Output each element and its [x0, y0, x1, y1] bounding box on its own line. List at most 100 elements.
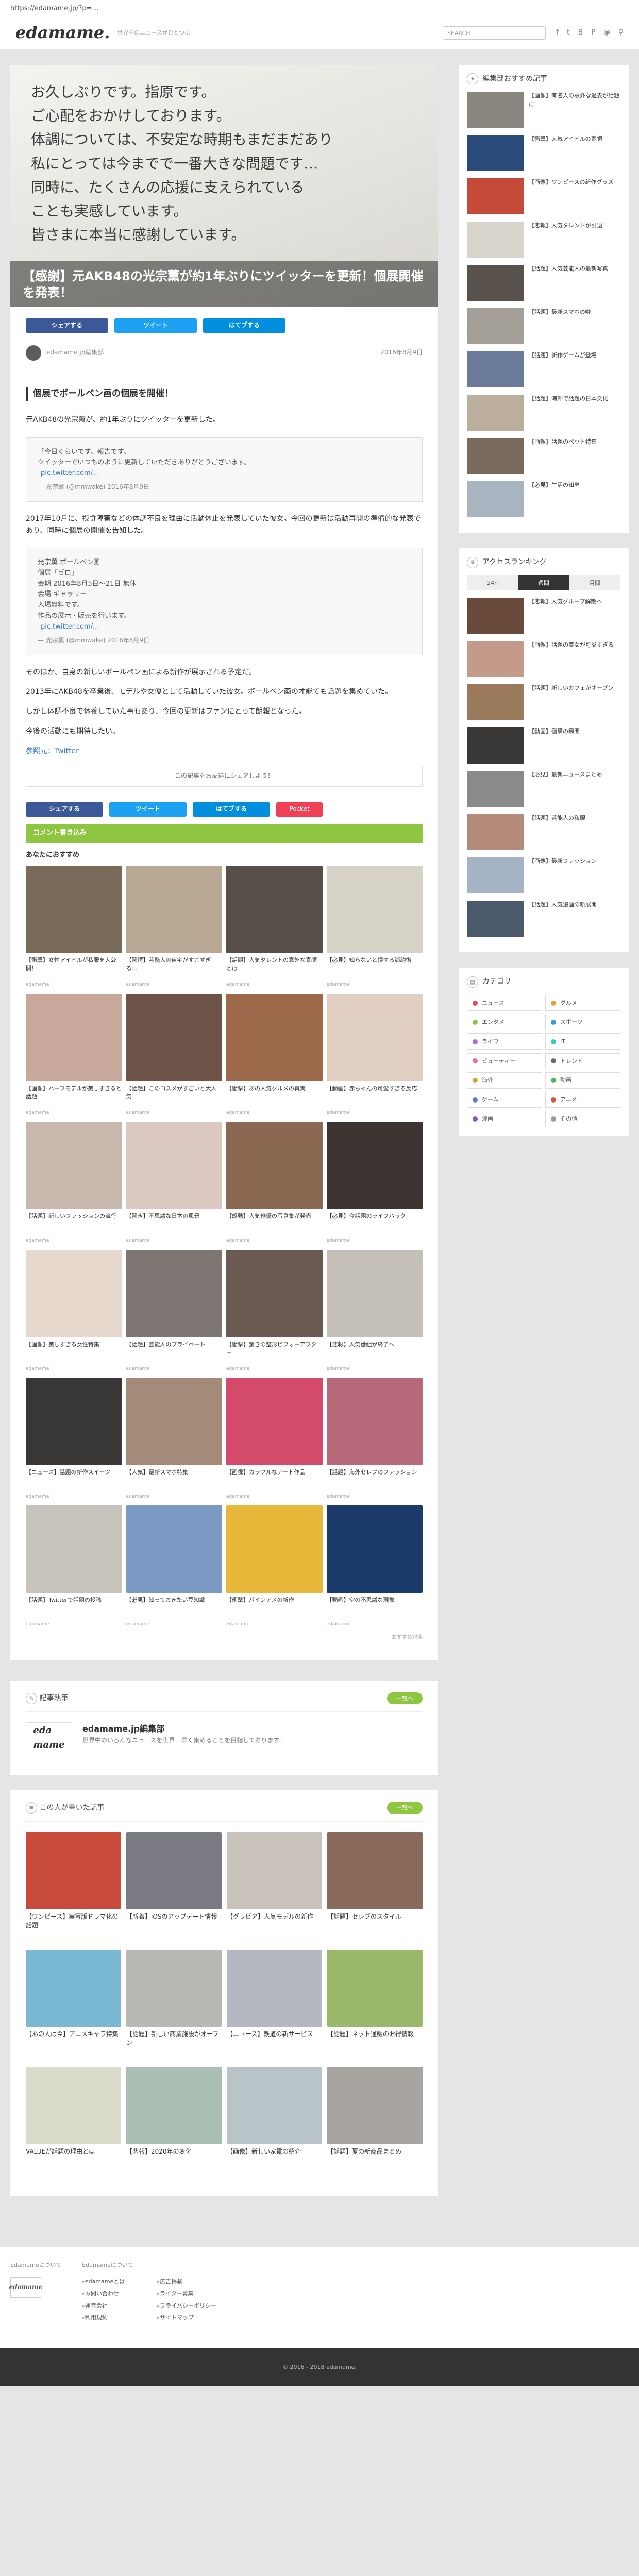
search-icon[interactable]: ⚲	[618, 27, 624, 38]
ranking-thumbnail[interactable]	[467, 684, 524, 721]
sidebar-article-title[interactable]: 【必見】生活の知恵	[529, 481, 580, 517]
author-name[interactable]: edamame.jp編集部	[46, 348, 104, 358]
pocket-button[interactable]: Pocket	[276, 802, 323, 817]
sidebar-article[interactable]: 【画像】話題のペット特集	[467, 438, 620, 474]
writer-list-button[interactable]: 一覧へ	[387, 1692, 423, 1705]
sidebar-thumbnail[interactable]	[467, 481, 524, 518]
recommend-card[interactable]: 【衝撃】驚きの整形ビフォーアフター edamame	[226, 1249, 323, 1372]
recommend-thumbnail[interactable]	[26, 1505, 122, 1594]
embedded-tweet[interactable]: 「今日ぐらいです、報告です。 ツイッターでいつものように更新していただきありがと…	[26, 437, 423, 502]
recommend-title-text[interactable]: 【話題】人気タレントの意外な素顔とは	[226, 956, 323, 981]
related-thumbnail[interactable]	[26, 1949, 121, 2027]
recommend-title-text[interactable]: 【画像】ハーフモデルが美しすぎると話題	[26, 1084, 122, 1109]
recommend-title-text[interactable]: 【衝撃】あの人気グルメの真実	[226, 1084, 323, 1109]
ranking-thumbnail[interactable]	[467, 771, 524, 807]
ranking-item[interactable]: 【話題】人気漫画の新展開	[467, 901, 620, 937]
ranking-title-text[interactable]: 【画像】最新ファッション	[529, 857, 597, 893]
recommend-thumbnail[interactable]	[126, 866, 222, 954]
site-logo[interactable]: edamame.	[15, 20, 110, 46]
footer-link[interactable]: edamameとは	[82, 2277, 141, 2286]
hatena-icon[interactable]: B	[578, 27, 583, 38]
sidebar-article[interactable]: 【画像】有名人の意外な過去が話題に	[467, 92, 620, 128]
related-card[interactable]: 【話題】セレブのスタイル	[327, 1832, 423, 1940]
category-item[interactable]: ライフ	[467, 1033, 542, 1050]
related-card[interactable]: 【話題】新しい商業施設がオープン	[126, 1949, 222, 2058]
recommend-title-text[interactable]: 【画像】カラフルなアート作品	[226, 1468, 323, 1493]
recommend-title-text[interactable]: 【悲報】人気番組が終了へ	[327, 1341, 423, 1365]
recommend-title-text[interactable]: 【話題】海外セレブのファッション	[327, 1468, 423, 1493]
ranking-title-text[interactable]: 【話題】人気漫画の新展開	[529, 901, 597, 937]
source-link[interactable]: 参照元：Twitter	[26, 745, 423, 757]
facebook-share-button[interactable]: シェアする	[26, 318, 108, 333]
related-card[interactable]: 【悲報】2020年の変化	[126, 2066, 222, 2175]
recommend-thumbnail[interactable]	[326, 1122, 423, 1210]
recommend-card[interactable]: 【衝撃】女性アイドルが私服を大公開！ edamame	[26, 866, 122, 988]
recommend-title-text[interactable]: 【動画】赤ちゃんの可愛すぎる反応	[327, 1084, 423, 1109]
sidebar-article-title[interactable]: 【悲報】人気タレントが引退	[529, 222, 602, 258]
ranking-thumbnail[interactable]	[467, 901, 524, 937]
recommend-card[interactable]: 【必見】知っておきたい豆知識 edamame	[126, 1505, 223, 1628]
embedded-tweet[interactable]: 光宗薫 ボールペン画 個展「ゼロ」 会期 2016年8月5日〜21日 無休 会場…	[26, 547, 423, 655]
recommend-card[interactable]: 【必見】今話題のライフハック edamame	[326, 1122, 423, 1244]
recommend-thumbnail[interactable]	[226, 1378, 323, 1465]
recommend-card[interactable]: 【画像】ハーフモデルが美しすぎると話題 edamame	[26, 993, 122, 1116]
recommend-thumbnail[interactable]	[126, 993, 222, 1081]
recommend-card[interactable]: 【話題】新しいファッションの流行 edamame	[26, 1122, 122, 1244]
related-thumbnail[interactable]	[327, 2066, 423, 2144]
facebook-icon[interactable]: f	[556, 27, 559, 38]
recommend-card[interactable]: 【話題】Twitterで話題の投稿 edamame	[26, 1505, 122, 1628]
recommend-title-text[interactable]: 【話題】新しいファッションの流行	[26, 1212, 122, 1237]
recommend-title-text[interactable]: 【話題】Twitterで話題の投稿	[26, 1596, 122, 1621]
sidebar-article-title[interactable]: 【衝撃】人気アイドルの素顔	[529, 135, 602, 171]
recommend-thumbnail[interactable]	[126, 1378, 222, 1465]
recommend-thumbnail[interactable]	[326, 866, 423, 954]
ranking-title-text[interactable]: 【悲報】人気グループ解散へ	[529, 598, 602, 634]
ranking-item[interactable]: 【画像】話題の美女が可愛すぎる	[467, 641, 620, 677]
search-input[interactable]: SEARCH	[443, 26, 546, 40]
related-thumbnail[interactable]	[227, 1949, 322, 2027]
related-title-text[interactable]: 【話題】夏の新商品まとめ	[327, 2147, 423, 2175]
sidebar-article[interactable]: 【話題】海外で話題の日本文化	[467, 395, 620, 431]
twitter-share-button[interactable]: ツイート	[109, 802, 187, 817]
recommend-card[interactable]: 【動画】空の不思議な現象 edamame	[326, 1505, 423, 1628]
recommend-card[interactable]: 【話題】人気タレントの意外な素顔とは edamame	[226, 866, 323, 988]
sidebar-article-title[interactable]: 【話題】最新スマホの噂	[529, 308, 591, 344]
recommend-title-text[interactable]: 【衝撃】パインアメの新作	[226, 1596, 323, 1621]
recommend-card[interactable]: 【驚き】不思議な日本の風景 edamame	[126, 1122, 222, 1244]
recommend-card[interactable]: 【悲報】人気番組が終了へ edamame	[326, 1249, 423, 1372]
recommend-title-text[interactable]: 【驚愕】芸能人の自宅がすごすぎる…	[126, 956, 223, 981]
category-item[interactable]: 漫画	[467, 1111, 542, 1127]
sidebar-thumbnail[interactable]	[467, 265, 524, 301]
sidebar-article-title[interactable]: 【話題】新作ゲームが登場	[529, 351, 597, 387]
related-title-text[interactable]: 【ニュース】鉄道の新サービス	[227, 2030, 322, 2058]
category-item[interactable]: スポーツ	[545, 1014, 620, 1030]
category-item[interactable]: 動画	[545, 1072, 620, 1089]
ranking-thumbnail[interactable]	[467, 814, 524, 851]
writer-name[interactable]: edamame.jp編集部	[82, 1722, 286, 1736]
sidebar-thumbnail[interactable]	[467, 308, 524, 345]
recommend-title-text[interactable]: 【必見】知っておきたい豆知識	[126, 1596, 223, 1621]
recommend-card[interactable]: 【話題】芸能人のプライベート edamame	[126, 1249, 223, 1372]
related-card[interactable]: 【画像】新しい家電の紹介	[227, 2066, 322, 2175]
recommend-thumbnail[interactable]	[226, 1505, 323, 1594]
author-avatar[interactable]	[26, 345, 41, 361]
related-title-text[interactable]: 【話題】セレブのスタイル	[327, 1912, 423, 1940]
recommend-card[interactable]: 【感動】人気俳優の写真集が発売 edamame	[226, 1122, 323, 1244]
sidebar-article[interactable]: 【話題】新作ゲームが登場	[467, 351, 620, 388]
related-title-text[interactable]: 【画像】新しい家電の紹介	[227, 2147, 322, 2175]
recommend-title-text[interactable]: 【衝撃】驚きの整形ビフォーアフター	[226, 1341, 323, 1365]
recommend-card[interactable]: 【ニュース】話題の新作スイーツ edamame	[26, 1378, 122, 1500]
ranking-tab[interactable]: 24h	[467, 575, 518, 591]
recommend-title-text[interactable]: 【必見】知らないと損する節約術	[327, 956, 423, 981]
recommend-card[interactable]: 【驚愕】芸能人の自宅がすごすぎる… edamame	[126, 866, 223, 988]
sidebar-article[interactable]: 【必見】生活の知恵	[467, 481, 620, 518]
recommend-thumbnail[interactable]	[126, 1249, 222, 1337]
related-title-text[interactable]: 【ワンピース】実写版ドラマ化の話題	[26, 1912, 121, 1940]
related-thumbnail[interactable]	[26, 2066, 121, 2144]
ranking-title-text[interactable]: 【必見】最新ニュースまとめ	[529, 771, 602, 807]
comments-header[interactable]: コメント書き込み	[26, 823, 423, 843]
ranking-item[interactable]: 【話題】新しいカフェがオープン	[467, 684, 620, 721]
related-list-button[interactable]: 一覧へ	[387, 1802, 423, 1814]
recommend-title-text[interactable]: 【話題】芸能人のプライベート	[126, 1341, 223, 1365]
related-thumbnail[interactable]	[327, 1949, 423, 2027]
